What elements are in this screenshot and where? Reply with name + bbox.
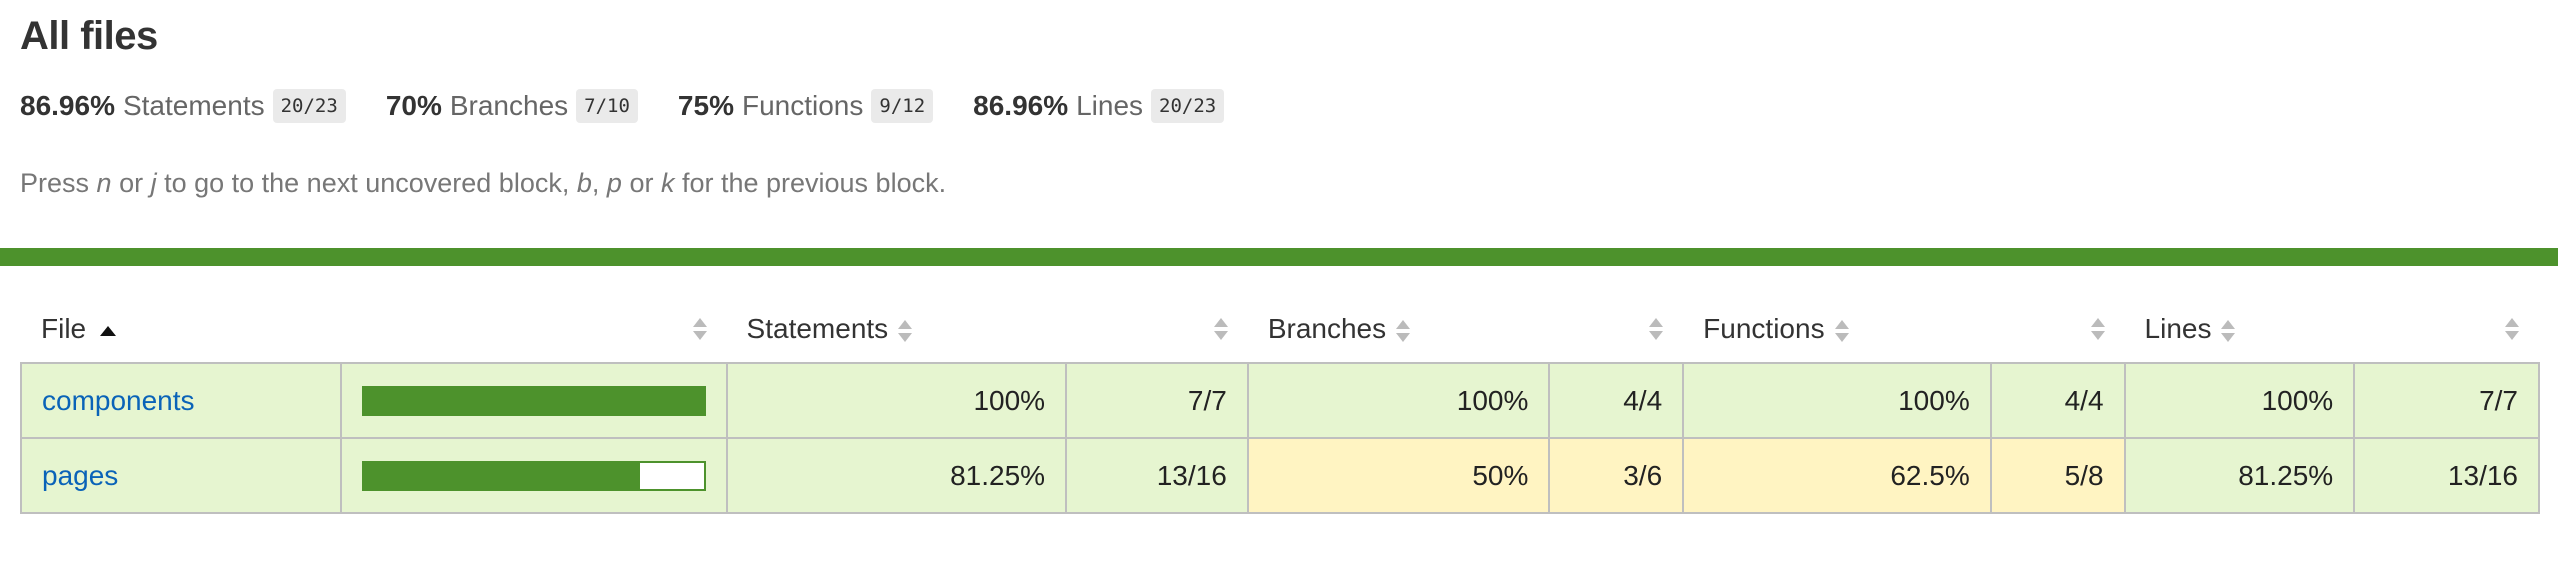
summary-functions: 75% Functions 9/12 [677,89,934,123]
summary-statements: 86.96% Statements 20/23 [20,89,346,123]
sort-icon [2221,319,2236,342]
hint-key: k [660,168,675,198]
table-header-row: File Statements Branches Functions Lines [21,296,2539,363]
file-cell: components [20,362,342,439]
coverage-bar-cell [339,362,728,439]
lines-frac: 13/16 [2353,437,2540,514]
summary-fraction-badge: 20/23 [272,89,346,123]
summary-fraction-badge: 20/23 [1151,89,1225,123]
coverage-summary: 86.96% Statements 20/23 70% Branches 7/1… [20,86,1264,126]
sort-icon [1213,318,1228,340]
branches-pct: 100% [1246,362,1551,439]
coverage-bar-fill [363,462,640,489]
summary-fraction-badge: 7/10 [576,89,638,123]
lines-frac: 7/7 [2353,362,2540,439]
hint-key: n [96,168,112,198]
header-branches-raw[interactable] [1549,296,1683,363]
sort-icon [898,319,913,342]
summary-pct: 86.96% [973,90,1069,121]
header-label: Lines [2144,313,2212,344]
header-label: File [41,313,87,344]
header-file-bar[interactable] [341,296,727,363]
header-label: Branches [1267,313,1387,344]
sort-icon [2505,318,2519,340]
summary-pct: 86.96% [20,90,115,121]
hint-text: , [591,168,607,198]
coverage-bar-fill [363,387,704,414]
hint-text: or [111,168,151,198]
coverage-table: File Statements Branches Functions Lines… [20,296,2540,514]
hint-key: b [576,168,592,198]
header-lines[interactable]: Lines [2125,296,2355,363]
file-cell: pages [20,437,342,514]
header-functions[interactable]: Functions [1683,296,1991,363]
coverage-bar [361,385,706,416]
summary-pct: 70% [385,90,442,121]
lines-pct: 100% [2123,362,2356,439]
keyboard-hint: Press n or j to go to the next uncovered… [20,168,946,199]
functions-pct: 100% [1682,362,1992,439]
sort-icon [2090,318,2105,340]
page-title: All files [20,14,158,58]
summary-label: Lines [1076,90,1144,121]
table-row: components 100% 7/7 100% 4/4 100% 4/4 10… [20,362,2540,439]
summary-label: Statements [122,90,265,121]
header-functions-raw[interactable] [1991,296,2125,363]
table-row: pages 81.25% 13/16 50% 3/6 62.5% 5/8 81.… [20,437,2540,514]
summary-label: Functions [741,90,864,121]
coverage-status-bar [0,248,2558,266]
hint-text: to go to the next uncovered block, [156,168,577,198]
branches-pct: 50% [1246,437,1551,514]
branches-frac: 4/4 [1548,362,1685,439]
summary-branches: 70% Branches 7/10 [386,89,638,123]
branches-frac: 3/6 [1548,437,1685,514]
header-lines-raw[interactable] [2354,296,2539,363]
header-statements[interactable]: Statements [727,296,1067,363]
hint-text: for the previous block. [674,168,947,198]
sort-icon [1834,319,1849,342]
hint-key: p [606,168,622,198]
sort-icon [1649,318,1664,340]
functions-pct: 62.5% [1682,437,1992,514]
header-label: Statements [746,313,889,344]
statements-pct: 100% [725,362,1068,439]
statements-pct: 81.25% [725,437,1068,514]
header-file[interactable]: File [21,296,341,363]
statements-frac: 7/7 [1065,362,1249,439]
coverage-bar [361,460,706,491]
sort-ascending-icon [100,325,117,336]
summary-fraction-badge: 9/12 [871,89,934,123]
statements-frac: 13/16 [1065,437,1249,514]
sort-icon [1396,319,1411,342]
summary-label: Branches [449,90,569,121]
hint-text: or [621,168,661,198]
summary-pct: 75% [677,90,734,121]
summary-lines: 86.96% Lines 20/23 [973,89,1225,123]
functions-frac: 5/8 [1989,437,2126,514]
coverage-bar-cell [339,437,728,514]
header-label: Functions [1703,313,1825,344]
header-branches[interactable]: Branches [1248,296,1550,363]
file-link[interactable]: components [42,385,195,416]
file-link[interactable]: pages [42,460,118,491]
header-statements-raw[interactable] [1066,296,1248,363]
functions-frac: 4/4 [1989,362,2126,439]
sort-icon [692,318,707,340]
lines-pct: 81.25% [2123,437,2356,514]
hint-text: Press [20,168,97,198]
